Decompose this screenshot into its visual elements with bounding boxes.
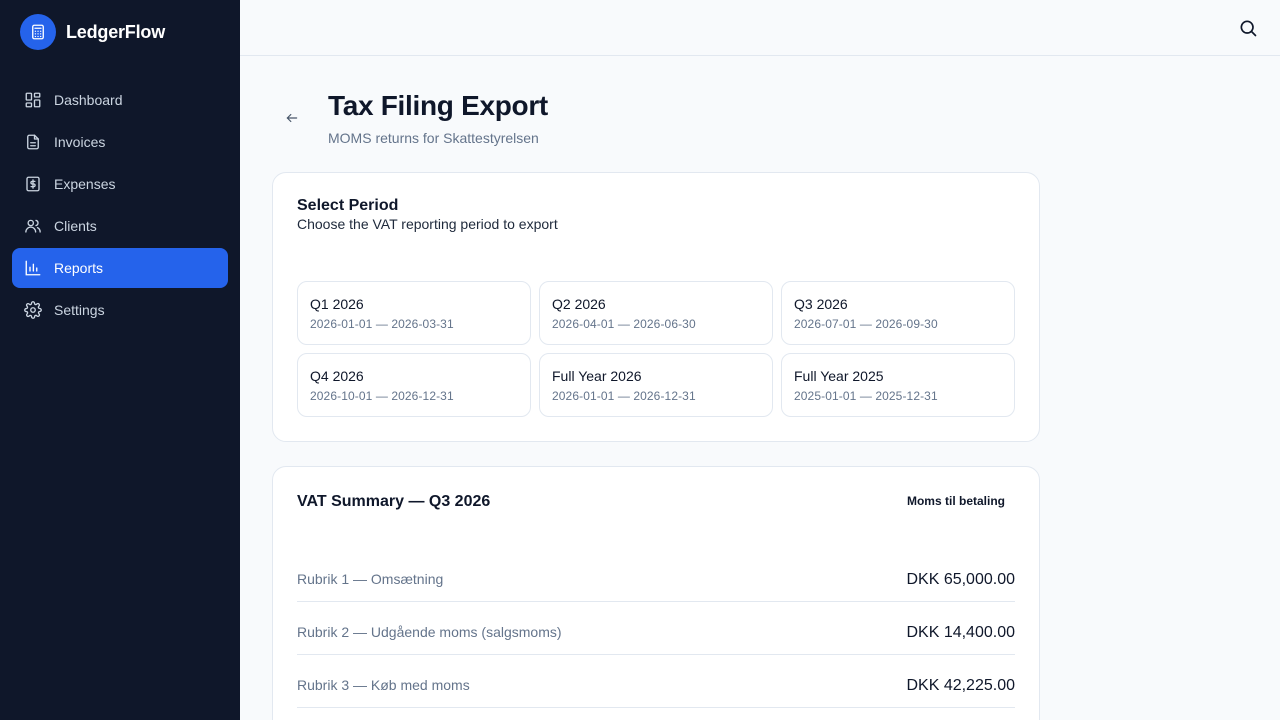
period-grid: Q1 2026 2026-01-01 — 2026-03-31 Q2 2026 … <box>297 281 1015 417</box>
vat-row-label: Rubrik 2 — Udgående moms (salgsmoms) <box>297 624 562 640</box>
period-name: Full Year 2026 <box>552 368 642 384</box>
vat-summary-card: VAT Summary — Q3 2026 Moms til betaling … <box>272 466 1040 720</box>
period-name: Q1 2026 <box>310 296 364 312</box>
sidebar-item-expenses[interactable]: Expenses <box>12 164 228 204</box>
vat-row-value: DKK 42,225.00 <box>906 677 1015 694</box>
period-option-q2-2026[interactable]: Q2 2026 2026-04-01 — 2026-06-30 <box>539 281 773 345</box>
period-option-q1-2026[interactable]: Q1 2026 2026-01-01 — 2026-03-31 <box>297 281 531 345</box>
period-name: Q2 2026 <box>552 296 606 312</box>
vat-row-value: DKK 14,400.00 <box>906 624 1015 641</box>
period-option-full-year-2025[interactable]: Full Year 2025 2025-01-01 — 2025-12-31 <box>781 353 1015 417</box>
vat-row-label: Rubrik 3 — Køb med moms <box>297 677 470 693</box>
gear-icon <box>24 301 42 319</box>
users-icon <box>25 219 41 233</box>
sidebar-item-label: Invoices <box>54 134 106 150</box>
vat-row-value: DKK 65,000.00 <box>906 571 1015 588</box>
sidebar-item-label: Settings <box>54 302 105 318</box>
period-name: Full Year 2025 <box>794 368 884 384</box>
period-range: 2026-07-01 — 2026-09-30 <box>794 317 938 331</box>
sidebar-item-clients[interactable]: Clients <box>12 206 228 246</box>
sidebar-item-label: Dashboard <box>54 92 123 108</box>
card-description: Choose the VAT reporting period to expor… <box>297 216 558 232</box>
period-name: Q3 2026 <box>794 296 848 312</box>
vat-row: Rubrik 2 — Udgående moms (salgsmoms) DKK… <box>297 602 1015 655</box>
sidebar-item-invoices[interactable]: Invoices <box>12 122 228 162</box>
bar-chart-icon <box>25 260 41 276</box>
sidebar: LedgerFlow Dashboard Invoices Expenses C… <box>0 0 240 720</box>
vat-rows: Rubrik 1 — Omsætning DKK 65,000.00 Rubri… <box>297 549 1015 708</box>
period-range: 2025-01-01 — 2025-12-31 <box>794 389 938 403</box>
period-option-full-year-2026[interactable]: Full Year 2026 2026-01-01 — 2026-12-31 <box>539 353 773 417</box>
period-name: Q4 2026 <box>310 368 364 384</box>
card-title: VAT Summary — Q3 2026 <box>297 493 491 510</box>
brand[interactable]: LedgerFlow <box>20 14 165 50</box>
sidebar-item-label: Expenses <box>54 176 116 192</box>
period-option-q3-2026[interactable]: Q3 2026 2026-07-01 — 2026-09-30 <box>781 281 1015 345</box>
search-button[interactable] <box>1238 18 1258 38</box>
page-title: Tax Filing Export <box>328 90 548 121</box>
app-name: LedgerFlow <box>66 21 166 42</box>
sidebar-item-dashboard[interactable]: Dashboard <box>12 80 228 120</box>
vat-row: Rubrik 3 — Køb med moms DKK 42,225.00 <box>297 655 1015 708</box>
sidebar-item-settings[interactable]: Settings <box>12 290 228 330</box>
sidebar-item-reports[interactable]: Reports <box>12 248 228 288</box>
sidebar-item-label: Reports <box>54 260 104 276</box>
period-range: 2026-10-01 — 2026-12-31 <box>310 389 454 403</box>
period-range: 2026-01-01 — 2026-12-31 <box>552 389 696 403</box>
sidebar-item-label: Clients <box>54 218 97 234</box>
vat-row-label: Rubrik 1 — Omsætning <box>297 571 444 587</box>
status-badge: Moms til betaling <box>906 494 1005 508</box>
select-period-card: Select Period Choose the VAT reporting p… <box>272 172 1040 442</box>
period-range: 2026-04-01 — 2026-06-30 <box>552 317 696 331</box>
card-title: Select Period <box>297 197 399 214</box>
dollar-receipt-icon <box>26 176 40 192</box>
sidebar-nav: Dashboard Invoices Expenses Clients Repo… <box>12 80 228 332</box>
arrow-left-icon <box>286 113 298 123</box>
search-icon <box>1240 20 1257 37</box>
back-button[interactable] <box>282 108 302 128</box>
period-option-q4-2026[interactable]: Q4 2026 2026-10-01 — 2026-12-31 <box>297 353 531 417</box>
vat-row: Rubrik 1 — Omsætning DKK 65,000.00 <box>297 549 1015 602</box>
topbar <box>240 0 1280 56</box>
dashboard-grid-icon <box>25 92 41 108</box>
document-icon <box>27 134 39 150</box>
calculator-icon <box>20 14 56 50</box>
period-range: 2026-01-01 — 2026-03-31 <box>310 317 454 331</box>
page-subtitle: MOMS returns for Skattestyrelsen <box>328 130 539 146</box>
